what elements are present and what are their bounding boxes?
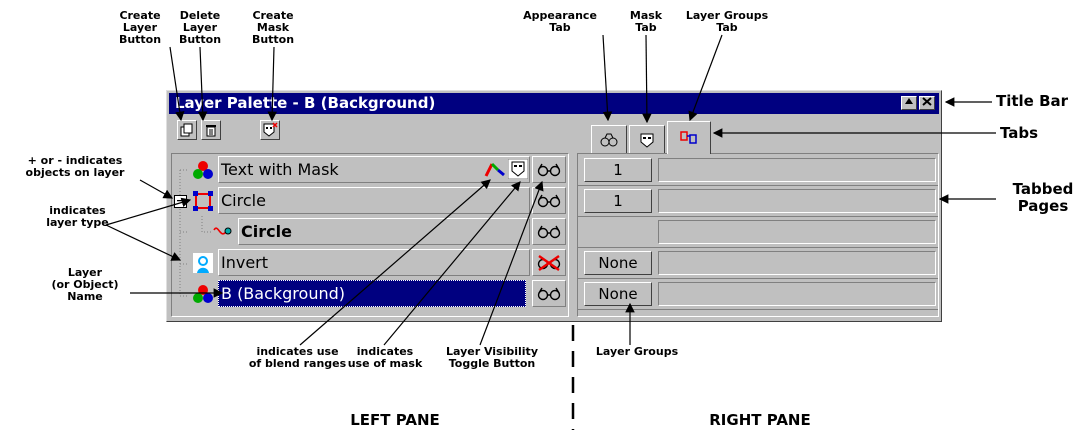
glasses-icon — [537, 287, 561, 300]
layer-row[interactable]: Text with Mask — [172, 155, 568, 186]
layer-name-text: B (Background) — [221, 284, 345, 303]
mask-tab-icon — [640, 133, 654, 148]
callout-layer-name: Layer (or Object) Name — [51, 266, 119, 303]
mask-icon — [263, 122, 278, 137]
layer-palette-window: Layer Palette - B (Background) Text with… — [166, 90, 942, 322]
raster-layer-icon — [192, 159, 214, 181]
group-row: None — [578, 248, 938, 279]
right-pane: 1 1 None None — [577, 153, 939, 317]
layer-group-button[interactable]: 1 — [584, 158, 652, 182]
layer-name-text: Text with Mask — [221, 160, 339, 179]
group-cell — [658, 189, 936, 213]
glasses-icon — [537, 163, 561, 176]
layer-name[interactable]: Circle — [238, 218, 530, 245]
visibility-toggle-button[interactable] — [532, 280, 566, 307]
layer-row[interactable]: − Circle — [172, 186, 568, 217]
callout-create-mask: Create Mask Button — [251, 9, 295, 46]
close-icon[interactable] — [919, 96, 935, 110]
layer-row[interactable]: Circle — [172, 217, 568, 248]
group-row: 1 — [578, 186, 938, 217]
layer-name[interactable]: B (Background) — [218, 280, 526, 307]
layer-name[interactable]: Invert — [218, 249, 530, 276]
callout-mask-tab: Mask Tab — [629, 9, 663, 34]
collapse-toggle[interactable]: − — [174, 195, 187, 208]
blend-ranges-icon — [484, 159, 506, 179]
visibility-toggle-button[interactable] — [532, 249, 566, 276]
visibility-toggle-button[interactable] — [532, 156, 566, 183]
callout-layer-type: indicates layer type — [46, 204, 109, 229]
callout-tabbed-pages: Tabbed Pages — [1012, 180, 1074, 215]
layer-name-text: Invert — [221, 253, 269, 272]
mask-indicator-icon — [507, 158, 529, 180]
layer-group-button[interactable]: None — [584, 251, 652, 275]
adjustment-layer-icon — [192, 252, 214, 274]
callout-layer-groups-tab: Layer Groups Tab — [685, 9, 769, 34]
label-right-pane: RIGHT PANE — [709, 411, 811, 429]
glasses-icon — [537, 225, 561, 238]
pane-splitter[interactable] — [569, 153, 577, 317]
layer-group-button[interactable]: 1 — [584, 189, 652, 213]
vector-object-icon — [212, 221, 234, 243]
layer-name-text: Circle — [221, 191, 266, 210]
layer-group-button[interactable]: None — [584, 282, 652, 306]
visibility-toggle-button[interactable] — [532, 187, 566, 214]
group-cell — [658, 220, 936, 244]
layer-name[interactable]: Circle — [218, 187, 530, 214]
group-row: None — [578, 279, 938, 310]
create-layer-button[interactable] — [177, 120, 197, 140]
group-row — [578, 217, 938, 248]
tab-layer-groups[interactable] — [667, 121, 711, 154]
group-cell — [658, 158, 936, 182]
window-title: Layer Palette - B (Background) — [175, 94, 436, 112]
glasses-icon — [537, 194, 561, 207]
tab-appearance[interactable] — [591, 125, 627, 153]
delete-layer-button[interactable] — [201, 120, 221, 140]
callout-create-layer: Create Layer Button — [118, 9, 162, 46]
group-row: 1 — [578, 155, 938, 186]
callout-plus-minus: + or - indicates objects on layer — [25, 154, 125, 179]
left-pane: Text with Mask − Circle Circle Invert B (Back… — [171, 153, 569, 317]
group-cell — [658, 251, 936, 275]
callout-tabs: Tabs — [1000, 124, 1039, 142]
hidden-icon — [537, 254, 561, 271]
appearance-icon — [600, 133, 618, 146]
trash-icon — [206, 125, 216, 137]
group-cell — [658, 282, 936, 306]
layer-row[interactable]: B (Background) — [172, 279, 568, 310]
visibility-toggle-button[interactable] — [532, 218, 566, 245]
tab-mask[interactable] — [629, 125, 665, 153]
callout-mask-use: indicates use of mask — [347, 345, 423, 370]
layer-row[interactable]: Invert — [172, 248, 568, 279]
new-layer-icon — [180, 123, 193, 137]
title-bar[interactable]: Layer Palette - B (Background) — [169, 93, 939, 114]
callout-title-bar: Title Bar — [996, 92, 1069, 110]
callout-visibility: Layer Visibility Toggle Button — [445, 345, 538, 370]
callout-layer-groups: Layer Groups — [595, 345, 679, 358]
callout-delete-layer: Delete Layer Button — [178, 9, 222, 46]
callout-appearance-tab: Appearance Tab — [523, 9, 597, 34]
vector-layer-icon — [192, 190, 214, 212]
raster-layer-icon — [192, 283, 214, 305]
create-mask-button[interactable] — [260, 120, 280, 140]
maximize-icon[interactable] — [901, 96, 917, 110]
layer-name-text: Circle — [241, 222, 292, 241]
label-left-pane: LEFT PANE — [350, 411, 440, 429]
layer-groups-icon — [680, 131, 697, 144]
